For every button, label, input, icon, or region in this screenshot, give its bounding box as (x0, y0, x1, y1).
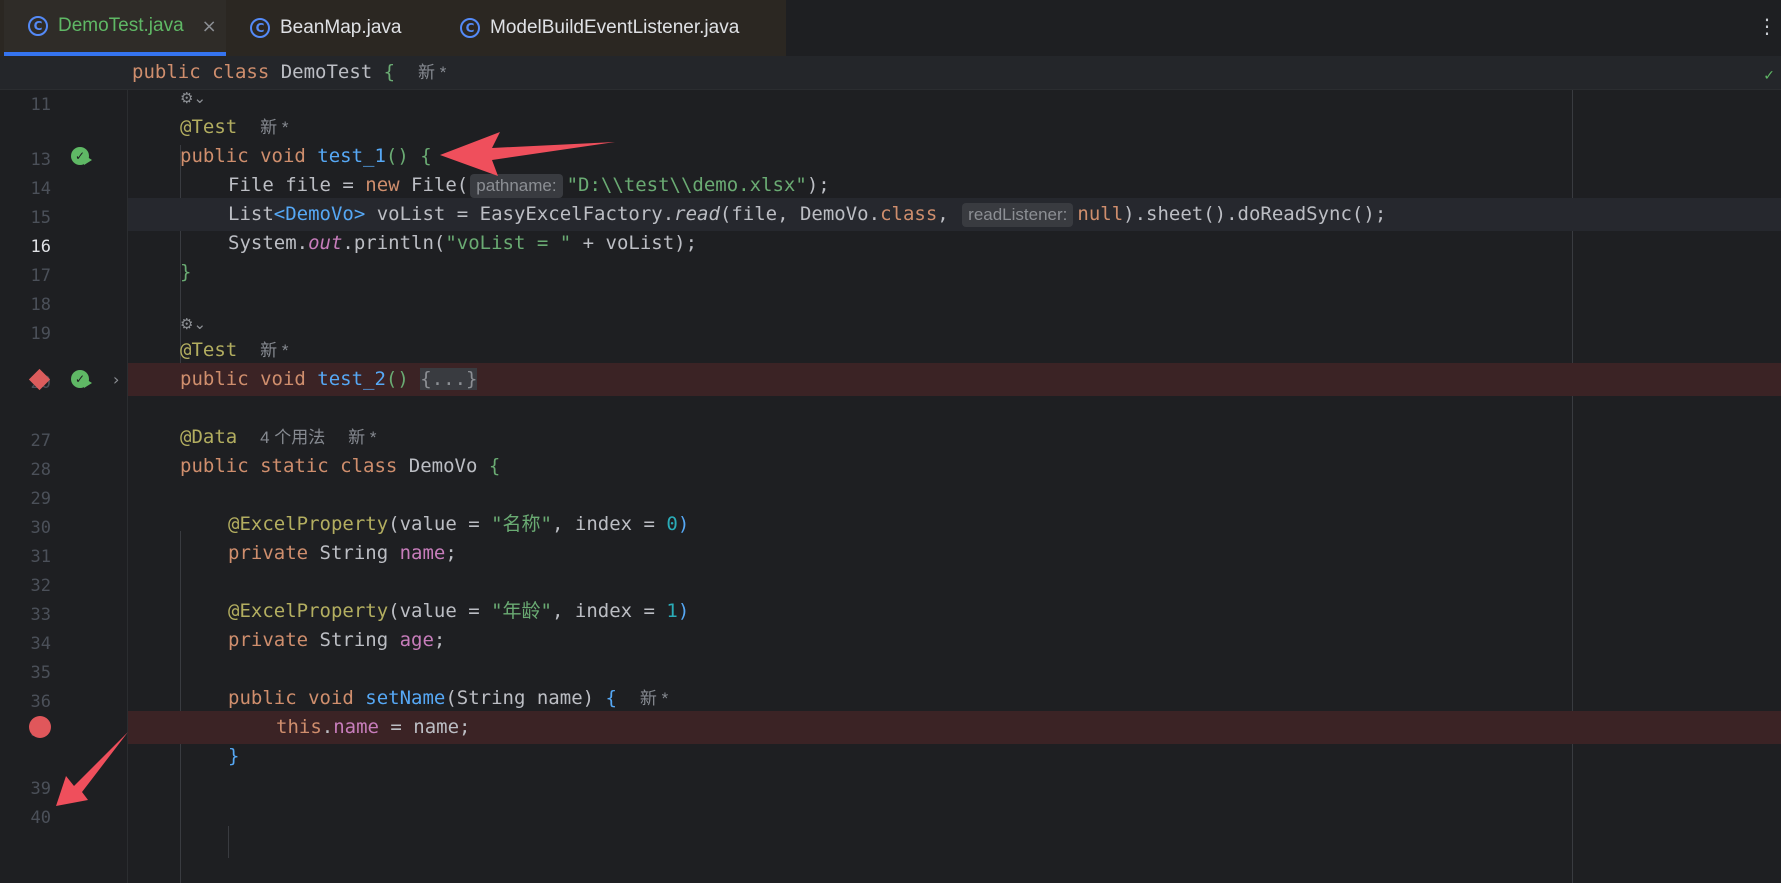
play-icon[interactable] (84, 378, 92, 388)
parameter-hint: readListener: (962, 203, 1074, 227)
annotation: @Test (180, 339, 238, 361)
punctuation: () { (385, 145, 432, 167)
tab-label: ModelBuildEventListener.java (490, 17, 740, 38)
punctuation: () (385, 368, 421, 390)
close-icon[interactable]: × (202, 16, 217, 37)
brace: { (383, 61, 396, 83)
class-name: DemoTest (280, 61, 384, 83)
code-text: ).sheet().doReadSync(); (1123, 203, 1387, 225)
keyword: private (228, 542, 320, 564)
tab-label: DemoTest.java (58, 15, 184, 36)
keyword: public void (180, 368, 318, 390)
code-text: ; (445, 542, 457, 564)
type-name: String (319, 629, 400, 651)
author-hint: 新 * (260, 118, 289, 137)
method-breakpoint-icon[interactable] (28, 368, 51, 391)
tab-demotest[interactable]: C DemoTest.java × (4, 0, 226, 56)
brace: } (228, 745, 240, 767)
code-text: + voList); (571, 232, 698, 254)
folded-code-block[interactable]: {...} (420, 368, 478, 390)
keyword: new (365, 174, 412, 196)
java-class-icon: C (460, 18, 480, 38)
annotation: @Test (180, 116, 238, 138)
code-text: voList = EasyExcelFactory. (365, 203, 675, 225)
code-vision-row[interactable]: ⚙⌄ (0, 310, 1781, 336)
keyword: public static class (180, 455, 409, 477)
brace: } (180, 261, 192, 283)
line-number: 40 (30, 808, 51, 828)
more-options-icon[interactable]: ⋮ (1757, 14, 1777, 38)
punctuation: ) (677, 600, 690, 622)
code-line[interactable]: 40 (0, 769, 1781, 828)
string-literal: "年龄" (491, 600, 552, 622)
code-text: ; (433, 629, 446, 651)
code-vision-row[interactable]: ⚙⌄ (0, 84, 1781, 110)
keyword: private (228, 629, 320, 651)
tab-label: BeanMap.java (280, 17, 402, 38)
author-hint: 新 * (260, 341, 289, 360)
string-literal: "D:\\test\\demo.xlsx" (566, 174, 807, 196)
code-text: File( (411, 174, 469, 196)
tab-modelbuildeventlistener[interactable]: C ModelBuildEventListener.java (436, 0, 786, 56)
annotation: @ExcelProperty (228, 513, 389, 535)
code-text: List (228, 203, 274, 225)
java-class-icon: C (28, 16, 48, 36)
class-name: DemoVo (408, 455, 489, 477)
gear-icon[interactable]: ⚙⌄ (180, 315, 206, 333)
code-text: . (321, 716, 334, 738)
editor-tab-bar: C DemoTest.java × C BeanMap.java C Model… (0, 0, 1781, 57)
indent-guide (228, 826, 229, 858)
author-hint: 新 * (348, 428, 377, 447)
keyword: this (276, 716, 322, 738)
play-icon[interactable] (84, 155, 92, 165)
usages-hint[interactable]: 4 个用法 (260, 428, 325, 447)
annotation: @Data (180, 426, 238, 448)
code-text: (String name) (445, 687, 606, 709)
field-name: name (399, 542, 446, 564)
gear-icon[interactable]: ⚙⌄ (180, 89, 206, 107)
code-text: , index = (552, 513, 667, 535)
line-breakpoint-icon[interactable] (29, 716, 51, 738)
string-literal: "voList = " (445, 232, 572, 254)
author-hint: 新 * (418, 63, 447, 82)
field-name: age (399, 629, 434, 651)
code-text: = name; (378, 716, 471, 738)
brace: { (605, 687, 617, 709)
author-hint: 新 * (639, 689, 669, 708)
code-text: (value = (388, 513, 492, 535)
keyword: public void (180, 145, 318, 167)
code-text: .println( (342, 232, 446, 254)
static-method: read (674, 203, 720, 225)
code-text: System. (228, 232, 309, 254)
no-problems-check-icon[interactable]: ✓ (1763, 68, 1775, 84)
code-text: File file = (228, 174, 366, 196)
field-name: name (333, 716, 379, 738)
type-argument: <DemoVo> (273, 203, 366, 225)
type-name: String (319, 542, 400, 564)
static-field: out (308, 232, 343, 254)
number-literal: 1 (666, 600, 678, 622)
keyword: public void (228, 687, 366, 709)
brace: { (488, 455, 501, 477)
parameter-hint: pathname: (470, 174, 563, 198)
code-text: (value = (388, 600, 492, 622)
keyword: class (880, 203, 938, 225)
method-name: test_2 (317, 368, 386, 390)
keyword: null (1077, 203, 1124, 225)
number-literal: 0 (666, 513, 678, 535)
string-literal: "名称" (491, 513, 552, 535)
keyword: public class (132, 61, 281, 83)
annotation: @ExcelProperty (228, 600, 389, 622)
punctuation: ) (677, 513, 690, 535)
tab-beanmap[interactable]: C BeanMap.java (226, 0, 456, 56)
code-text: , index = (552, 600, 667, 622)
method-name: setName (365, 687, 446, 709)
java-class-icon: C (250, 18, 270, 38)
method-name: test_1 (317, 145, 386, 167)
code-text: , (937, 203, 961, 225)
code-text: ); (806, 174, 830, 196)
code-text: (file, DemoVo. (719, 203, 881, 225)
ide-window: C DemoTest.java × C BeanMap.java C Model… (0, 0, 1781, 883)
code-editor[interactable]: 11 public class DemoTest { 新 * ⚙⌄ 13 @Te… (0, 56, 1781, 883)
